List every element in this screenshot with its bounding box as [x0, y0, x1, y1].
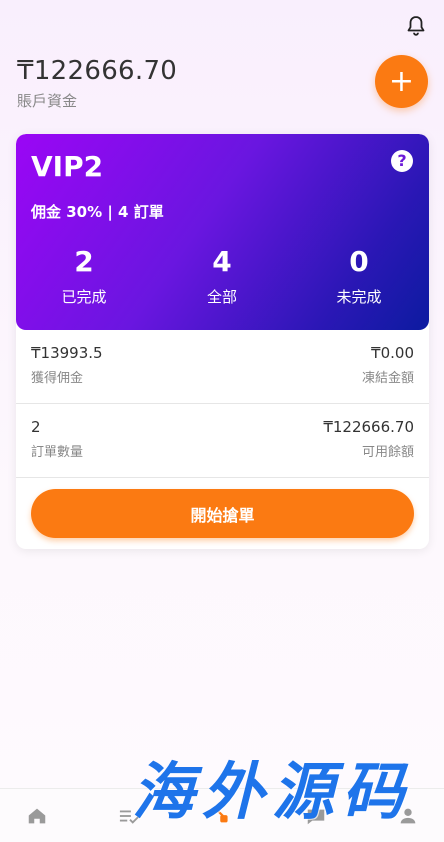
- plus-icon: +: [388, 63, 415, 99]
- order-count-value: 2: [31, 418, 41, 436]
- order-summary-card: VIP2 ? 佣金 30% | 4 訂單 2 已完成 4 全部 0 未完成 ₸1…: [16, 134, 429, 549]
- stat-label: 已完成: [61, 288, 107, 306]
- help-icon[interactable]: ?: [391, 150, 413, 172]
- bell-icon[interactable]: [404, 14, 428, 38]
- stat-total: 4 全部: [162, 245, 282, 307]
- start-grab-order-button[interactable]: 開始搶單: [31, 489, 414, 538]
- vip-level-title: VIP2: [31, 150, 104, 183]
- earned-commission-value: ₸13993.5: [31, 344, 103, 362]
- account-balance: ₸122666.70: [17, 56, 178, 86]
- account-balance-label: 賬戶資金: [17, 92, 78, 110]
- vip-commission-info: 佣金 30% | 4 訂單: [31, 203, 164, 221]
- available-balance-label: 可用餘額: [361, 445, 414, 460]
- details-row: ₸13993.5 獲得佣金 ₸0.00 凍結金額: [16, 330, 429, 404]
- frozen-amount-value: ₸0.00: [371, 344, 414, 362]
- earned-commission-label: 獲得佣金: [31, 371, 84, 386]
- stat-value: 0: [349, 245, 369, 278]
- stat-incomplete: 0 未完成: [299, 245, 419, 307]
- vip-card: VIP2 ? 佣金 30% | 4 訂單 2 已完成 4 全部 0 未完成: [16, 134, 429, 330]
- order-count-label: 訂單數量: [31, 445, 84, 460]
- details-row: 2 訂單數量 ₸122666.70 可用餘額: [16, 404, 429, 478]
- home-icon[interactable]: [22, 801, 52, 831]
- stat-completed: 2 已完成: [24, 245, 144, 307]
- stat-label: 全部: [206, 288, 237, 306]
- available-balance-value: ₸122666.70: [323, 418, 414, 436]
- add-funds-button[interactable]: +: [375, 55, 428, 108]
- frozen-amount-label: 凍結金額: [361, 371, 414, 386]
- stat-value: 2: [74, 245, 94, 278]
- stat-label: 未完成: [336, 288, 382, 306]
- watermark-text: 海外源码: [132, 755, 413, 828]
- stat-value: 4: [212, 245, 232, 278]
- top-bar: [0, 0, 444, 50]
